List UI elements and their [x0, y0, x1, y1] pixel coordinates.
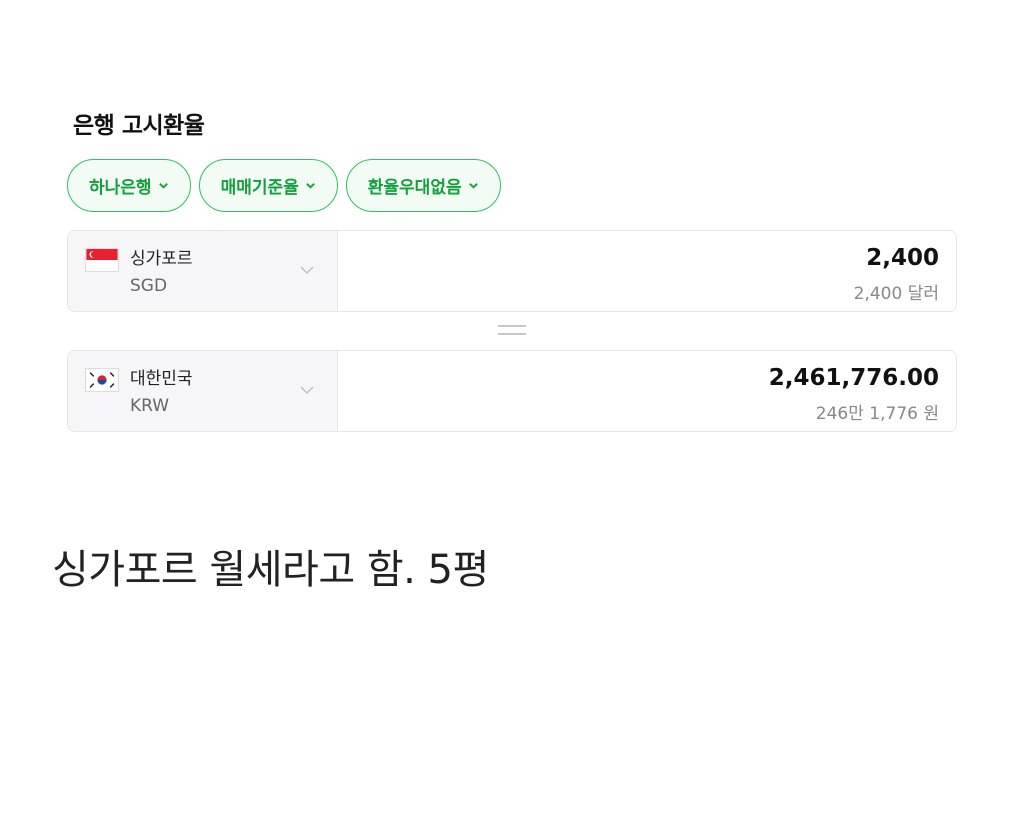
equals-icon [498, 325, 526, 337]
to-amount-reading: 246만 1,776 원 [815, 404, 939, 424]
chevron-down-icon [300, 386, 314, 394]
from-amount-reading: 2,400 달러 [853, 284, 939, 304]
widget-title: 은행 고시환율 [73, 113, 205, 139]
rate-type-chip[interactable]: 매매기준율 [198, 159, 338, 212]
to-amount-input[interactable]: 2,461,776.00 [769, 365, 939, 391]
chevron-down-icon [300, 266, 314, 274]
preferential-rate-label: 환율우대없음 [367, 178, 462, 198]
from-currency-row: 싱가포르 SGD 2,400 2,400 달러 [67, 230, 957, 312]
from-currency-code: SGD [130, 276, 168, 296]
bank-select-chip[interactable]: 하나은행 [67, 159, 191, 212]
to-currency-row: 대한민국 KRW 2,461,776.00 246만 1,776 원 [67, 350, 957, 432]
caption-text: 싱가포르 월세라고 함. 5평 [52, 547, 489, 593]
from-currency-select[interactable]: 싱가포르 SGD [68, 231, 338, 311]
rate-type-label: 매매기준율 [220, 178, 299, 198]
to-currency-code: KRW [130, 396, 170, 416]
preferential-rate-chip[interactable]: 환율우대없음 [345, 159, 501, 212]
chevron-down-icon [468, 183, 478, 189]
exchange-rate-widget: 은행 고시환율 하나은행 매매기준율 환율우대없음 싱가포르 SGD 2,400… [55, 80, 977, 450]
korea-flag-icon [85, 368, 119, 392]
bank-select-label: 하나은행 [89, 178, 152, 198]
chevron-down-icon [305, 183, 315, 189]
chevron-down-icon [158, 183, 168, 189]
from-amount-input[interactable]: 2,400 [866, 245, 939, 271]
filter-chips: 하나은행 매매기준율 환율우대없음 [67, 159, 501, 212]
to-country-name: 대한민국 [130, 369, 193, 389]
singapore-flag-icon [85, 248, 119, 272]
from-country-name: 싱가포르 [130, 249, 193, 269]
to-currency-select[interactable]: 대한민국 KRW [68, 351, 338, 431]
